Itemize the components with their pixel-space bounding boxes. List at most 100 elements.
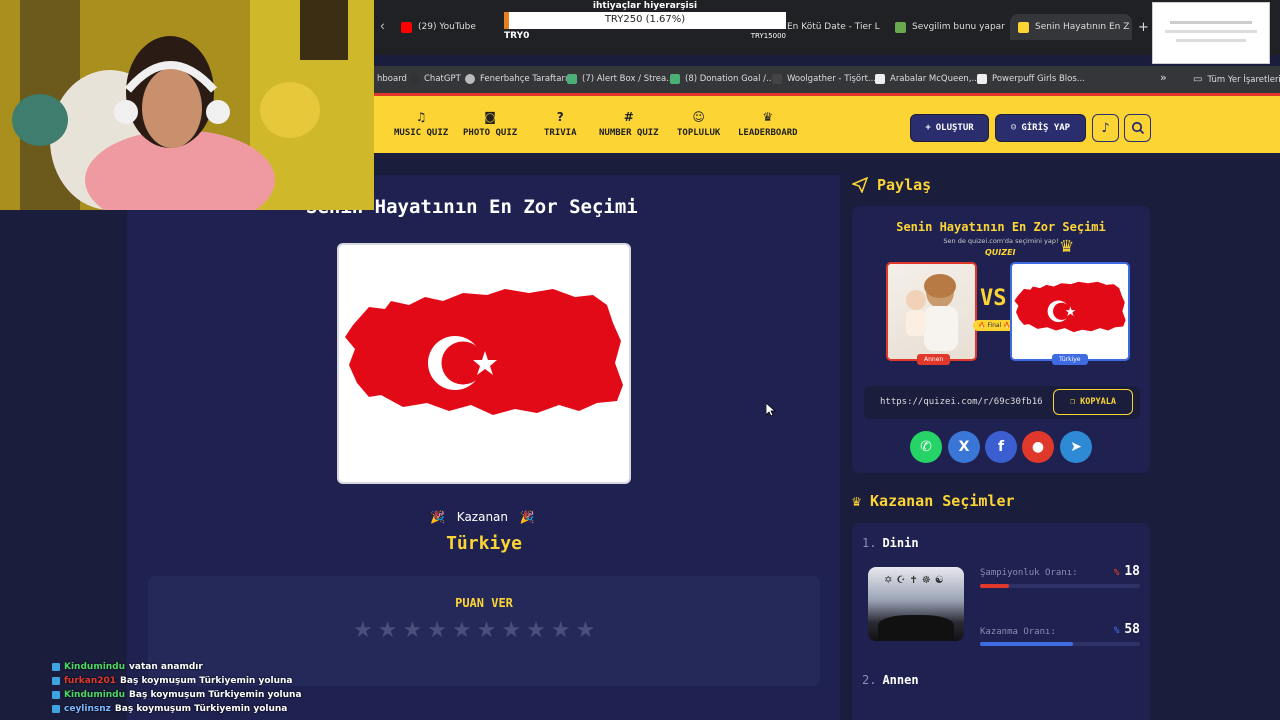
bell-icon: ♪ bbox=[1101, 120, 1110, 136]
value-text: 58 bbox=[1124, 622, 1140, 637]
share-telegram-button[interactable]: ➤ bbox=[1060, 431, 1092, 463]
nav-music-quiz[interactable]: ♫ MUSIC QUIZ bbox=[394, 110, 448, 138]
create-button[interactable]: + OLUŞTUR bbox=[910, 114, 989, 142]
rating-star-5[interactable]: ★ bbox=[452, 620, 472, 642]
religious-symbols-picture: ✡☪✝☸☯ bbox=[884, 575, 948, 586]
donation-min: TRY0 bbox=[504, 31, 530, 41]
notifications-button[interactable]: ♪ bbox=[1092, 114, 1119, 142]
winner-item-name: Dinin bbox=[882, 536, 919, 550]
plus-icon: + bbox=[1138, 19, 1149, 35]
all-bookmarks-button[interactable]: ▭ Tüm Yer İşaretleri bbox=[1193, 74, 1280, 85]
rating-star-7[interactable]: ★ bbox=[501, 620, 521, 642]
site-icon bbox=[895, 21, 906, 33]
share-url-field[interactable]: https://quizei.com/r/69c30fb16 bbox=[880, 397, 1050, 407]
more-bookmarks-button[interactable]: » bbox=[1160, 71, 1167, 84]
bookmark-item[interactable]: ChatGPT bbox=[409, 74, 461, 84]
rating-star-9[interactable]: ★ bbox=[551, 620, 571, 642]
bookmark-item[interactable]: Arabalar McQueen,... bbox=[875, 74, 980, 84]
winner-caption: 🎉 Kazanan 🎉 bbox=[430, 510, 535, 524]
nav-trivia[interactable]: ? TRIVIA bbox=[544, 110, 577, 138]
tab-active-quiz[interactable]: Senin Hayatının En Z ✕ bbox=[1010, 14, 1132, 40]
nav-topluluk[interactable]: ☺ TOPLULUK bbox=[677, 110, 720, 138]
bookmark-label: hboard bbox=[377, 74, 407, 84]
vs-label: VS bbox=[980, 286, 1007, 311]
rating-star-10[interactable]: ★ bbox=[576, 620, 596, 642]
rank-number: 1. bbox=[862, 536, 877, 550]
share-x-button[interactable]: X bbox=[948, 431, 980, 463]
brand-logo: QUIZEI bbox=[985, 248, 1016, 257]
nav-photo-quiz[interactable]: ◙ PHOTO QUIZ bbox=[463, 110, 517, 138]
x-icon: X bbox=[958, 439, 970, 455]
camera-icon: ◙ bbox=[484, 110, 496, 124]
chat-message: Kindumindu Baş koymuşum Türkiyemin yoluna bbox=[52, 688, 302, 702]
rating-star-1[interactable]: ★ bbox=[353, 620, 373, 642]
button-label: GİRİŞ YAP bbox=[1021, 123, 1071, 133]
tab-label: En Kötü Date - Tier L bbox=[787, 22, 880, 32]
nav-label: LEADERBOARD bbox=[738, 128, 798, 138]
rating-star-6[interactable]: ★ bbox=[477, 620, 497, 642]
tab-label: Senin Hayatının En Z bbox=[1035, 22, 1130, 32]
nav-leaderboard[interactable]: ♛ LEADERBOARD bbox=[738, 110, 798, 138]
chat-username: Kindumindu bbox=[64, 690, 126, 700]
new-tab-button[interactable]: + bbox=[1138, 14, 1150, 40]
bookmark-item[interactable]: (7) Alert Box / Strea... bbox=[567, 74, 674, 84]
rating-star-4[interactable]: ★ bbox=[427, 620, 447, 642]
chatgpt-icon bbox=[409, 74, 419, 84]
share-facebook-button[interactable]: f bbox=[985, 431, 1017, 463]
winner-item-1-title: 1. Dinin bbox=[862, 536, 919, 550]
bookmark-label: Tüm Yer İşaretleri bbox=[1207, 74, 1280, 85]
winners-heading: ♛ Kazanan Seçimler bbox=[852, 492, 1015, 510]
streamer-webcam-picture bbox=[0, 0, 374, 210]
chat-username: ceylinsnz bbox=[64, 704, 111, 714]
rating-star-8[interactable]: ★ bbox=[526, 620, 546, 642]
search-icon bbox=[1131, 121, 1144, 135]
login-button[interactable]: ☺ GİRİŞ YAP bbox=[995, 114, 1086, 142]
chat-message: furkan201 Baş koymuşum Türkiyemin yoluna bbox=[52, 674, 302, 688]
tab-youtube[interactable]: ✕ (29) YouTube bbox=[381, 14, 481, 40]
bookmark-label: Woolgather - Tişört... bbox=[787, 74, 877, 84]
chat-text: Baş koymuşum Türkiyemin yoluna bbox=[120, 676, 293, 686]
nav-number-quiz[interactable]: # NUMBER QUIZ bbox=[599, 110, 659, 138]
party-popper-icon: 🎉 bbox=[519, 510, 535, 524]
winner-item-2-title: 2. Annen bbox=[862, 673, 919, 687]
close-icon[interactable]: ✕ bbox=[381, 22, 385, 33]
tab-sevgilim[interactable]: Sevgilim bunu yapar ✕ bbox=[895, 14, 1005, 40]
tab-tier-list[interactable]: En Kötü Date - Tier L ✕ bbox=[787, 14, 882, 40]
bookmark-item[interactable]: (8) Donation Goal /... bbox=[670, 74, 774, 84]
rating-star-3[interactable]: ★ bbox=[402, 620, 422, 642]
bookmark-item[interactable]: hboard bbox=[377, 74, 407, 84]
percent-sign: % bbox=[1113, 568, 1120, 578]
share-whatsapp-button[interactable]: ✆ bbox=[910, 431, 942, 463]
bookmark-label: ChatGPT bbox=[424, 74, 461, 84]
winner-item-name: Annen bbox=[882, 673, 919, 687]
bookmark-item[interactable]: Powerpuff Girls Blos... bbox=[977, 74, 1085, 84]
chat-message: ceylinsnz Baş koymuşum Türkiyemin yoluna bbox=[52, 702, 302, 716]
win-rate-label: Kazanma Oranı: bbox=[980, 627, 1056, 637]
rating-star-2[interactable]: ★ bbox=[378, 620, 398, 642]
crown-icon: ♛ bbox=[1059, 237, 1075, 257]
religion-silhouettes-image[interactable]: ✡☪✝☸☯ bbox=[868, 567, 964, 641]
bookmark-label: Fenerbahçe Taraftarı... bbox=[480, 74, 576, 84]
donation-title: ihtiyaçlar hiyerarşisi bbox=[592, 1, 698, 11]
bookmark-item[interactable]: Fenerbahçe Taraftarı... bbox=[465, 74, 575, 84]
nav-label: MUSIC QUIZ bbox=[394, 128, 449, 138]
music-icon: ♫ bbox=[415, 110, 427, 124]
button-label: OLUŞTUR bbox=[935, 123, 974, 133]
bookmark-item[interactable]: Woolgather - Tişört... bbox=[772, 74, 876, 84]
copy-button[interactable]: ❐ KOPYALA bbox=[1053, 389, 1133, 415]
share-reddit-button[interactable]: ● bbox=[1022, 431, 1054, 463]
bookmark-label: (8) Donation Goal /... bbox=[685, 74, 775, 84]
trophy-icon: ♛ bbox=[762, 110, 774, 124]
nav-label: TRIVIA bbox=[544, 128, 577, 138]
question-icon: ? bbox=[556, 110, 564, 124]
heading-text: Kazanan Seçimler bbox=[870, 492, 1015, 510]
search-button[interactable] bbox=[1124, 114, 1151, 142]
rating-title: PUAN VER bbox=[455, 596, 513, 610]
plus-icon: + bbox=[925, 123, 931, 133]
bookmark-label: (7) Alert Box / Strea... bbox=[582, 74, 675, 84]
cursor-arrow-icon bbox=[765, 402, 777, 417]
trophy-icon: ♛ bbox=[852, 492, 862, 510]
whatsapp-icon: ✆ bbox=[920, 439, 932, 455]
mother-baby-image bbox=[886, 262, 977, 361]
chat-text: Baş koymuşum Türkiyemin yoluna bbox=[114, 704, 288, 714]
